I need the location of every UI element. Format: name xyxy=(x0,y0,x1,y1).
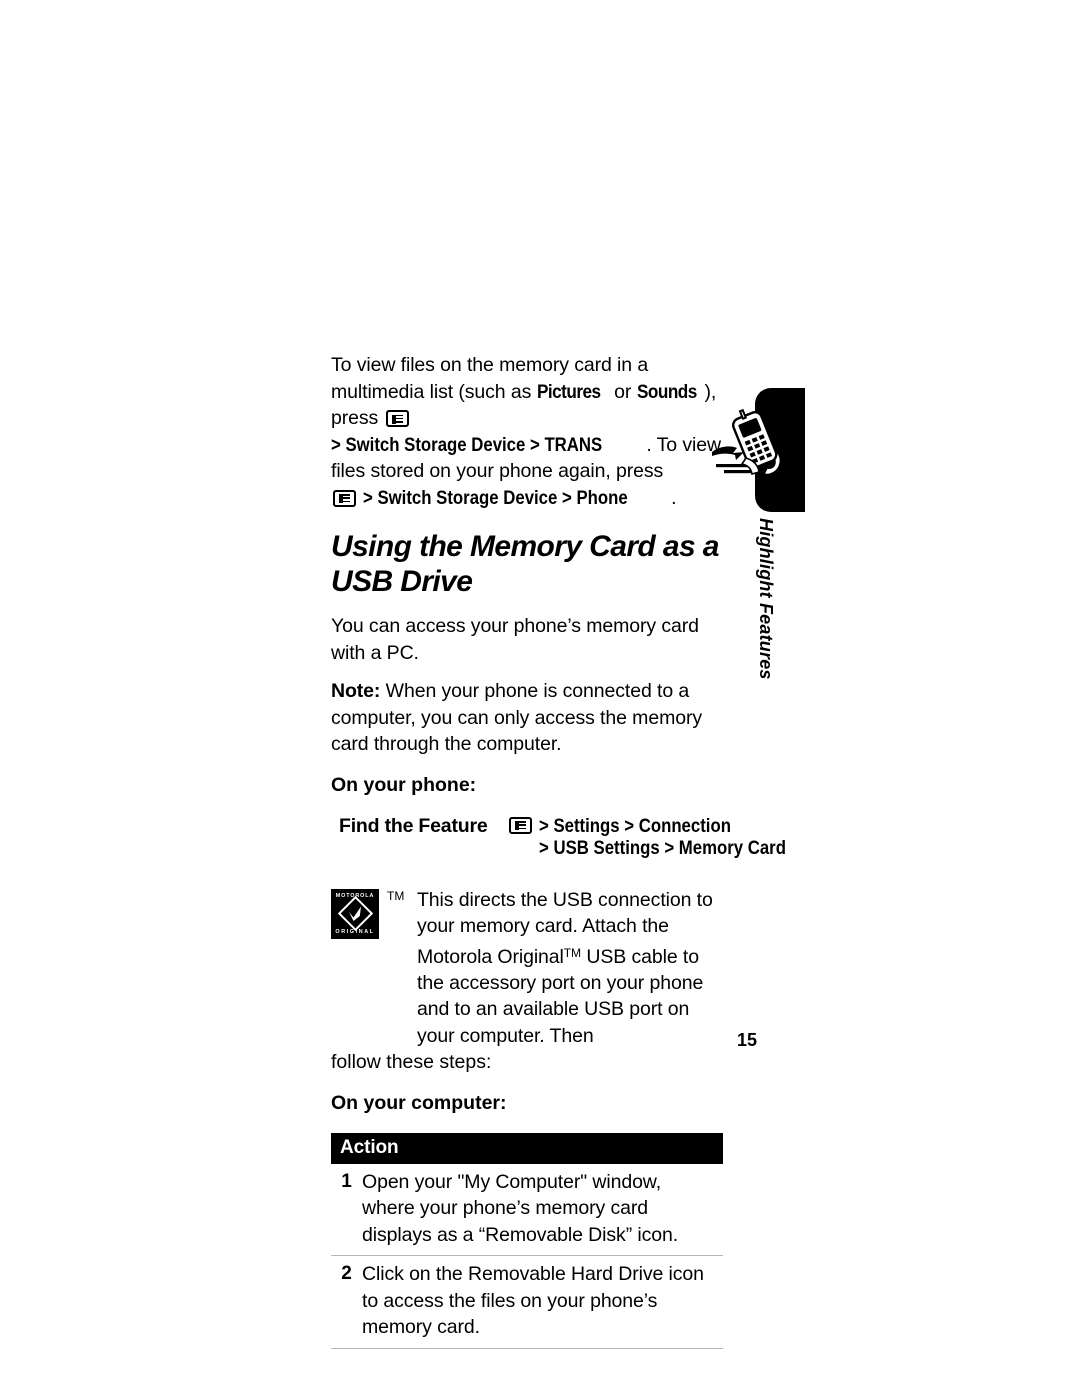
trademark-mark: TM xyxy=(387,888,405,903)
menu-key-icon xyxy=(333,489,356,507)
body-paragraph-1: You can access your phone’s memory card … xyxy=(331,615,699,664)
page-number: 15 xyxy=(737,1030,758,1050)
find-the-feature-label: Find the Feature xyxy=(339,814,488,837)
content-column: To view files on the memory card in a mu… xyxy=(331,352,786,1349)
intro-period-2: . xyxy=(671,486,677,509)
step-text: Open your "My Computer" window, where yo… xyxy=(362,1170,679,1246)
intro-or: or xyxy=(608,380,637,403)
on-your-phone-subhead: On your phone: xyxy=(331,773,477,796)
action-table-header: Action xyxy=(331,1132,723,1164)
find-the-feature-row: Find the Feature > Settings > Connection… xyxy=(331,814,786,867)
page-title: Using the Memory Card as a USB Drive xyxy=(331,530,719,598)
follow-steps-text: follow these steps: xyxy=(331,1051,492,1074)
intro-line-2-prefix: as xyxy=(510,380,537,403)
note-paragraph: Note: When your phone is connected to a … xyxy=(331,678,731,758)
motorola-original-block: MOTOROLA ORIGINAL TM This directs the US… xyxy=(331,887,731,1076)
feature-path-line-1: > Settings > Connection xyxy=(539,814,731,837)
on-your-computer-subhead: On your computer: xyxy=(331,1091,507,1114)
motorola-original-logo: MOTOROLA ORIGINAL xyxy=(331,888,379,939)
menu-path-trans: > Switch Storage Device > TRANS xyxy=(331,433,603,456)
manual-page: Highlight Features To view files on the … xyxy=(0,0,1080,1397)
menu-key-icon xyxy=(509,816,532,834)
intro-paragraph: To view files on the memory card in a mu… xyxy=(331,352,731,511)
motorola-original-text: This directs the USB connection to your … xyxy=(331,887,731,1050)
step-text: Click on the Removable Hard Drive icon t… xyxy=(362,1263,704,1339)
step-number: 1 xyxy=(341,1170,352,1192)
step-number: 2 xyxy=(341,1263,352,1285)
menu-key-icon xyxy=(385,410,409,427)
pictures-menu-name: Pictures xyxy=(536,380,601,403)
logo-wordmark-bottom: ORIGINAL xyxy=(335,928,375,935)
feature-path-line-2: > USB Settings > Memory Card xyxy=(539,836,786,859)
mo-text-tm: TM xyxy=(563,945,582,960)
section-tab-label: Highlight Features xyxy=(756,518,776,680)
note-text: When your phone is connected to a comput… xyxy=(331,680,703,755)
table-row: 1 Open your "My Computer" window, where … xyxy=(331,1164,723,1257)
intro-period: . xyxy=(646,433,652,456)
action-table: Action 1 Open your "My Computer" window,… xyxy=(331,1132,723,1349)
table-row: 2 Click on the Removable Hard Drive icon… xyxy=(331,1256,723,1349)
sounds-menu-name: Sounds xyxy=(636,380,697,403)
logo-check-icon xyxy=(349,906,361,921)
note-label: Note: xyxy=(331,680,381,702)
intro-line-1: To view files on the memory card in a mu… xyxy=(331,354,649,403)
menu-path-phone: > Switch Storage Device > Phone xyxy=(363,486,629,509)
